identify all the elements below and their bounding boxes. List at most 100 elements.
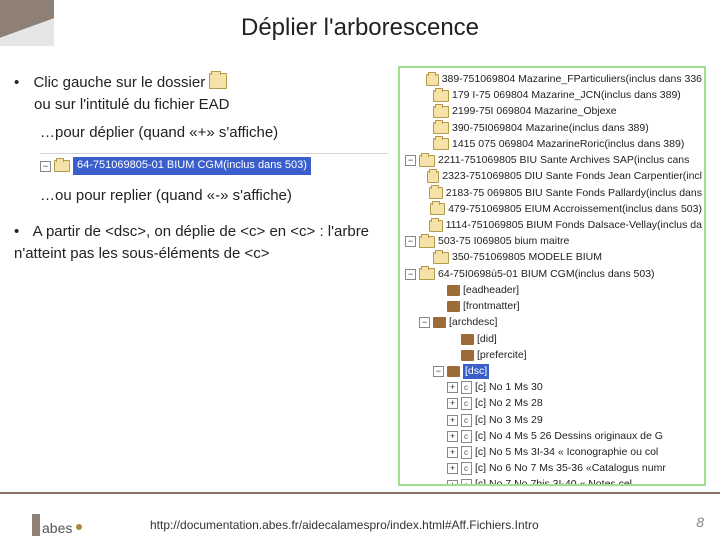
folder-icon (209, 73, 227, 89)
minus-icon[interactable]: − (419, 317, 430, 328)
bullet-1: Clic gauche sur le dossier ou sur l'inti… (14, 72, 388, 116)
tree-label: [did] (477, 332, 497, 347)
tree-row[interactable]: + [c] No 1 Ms 30 (402, 380, 702, 395)
tree-row[interactable]: + [c] No 7 No 7bis 3I-40 « Notes cel (402, 477, 702, 486)
document-icon (461, 430, 472, 443)
tree-label: 2323-751069805 DIU Sante Fonds Jean Carp… (442, 169, 702, 184)
tree-label: 479-751069805 EIUM Accroissement(inclus … (448, 202, 702, 217)
tree-row[interactable]: + [c] No 3 Ms 29 (402, 413, 702, 428)
plus-icon[interactable]: + (447, 398, 458, 409)
tree-row[interactable]: − 2211-751069805 BIU Sante Archives SAP(i… (402, 153, 702, 168)
folder-icon (54, 160, 70, 172)
tree-row[interactable]: 479-751069805 EIUM Accroissement(inclus … (402, 202, 702, 217)
footer-logo-text: abes (42, 520, 72, 536)
plus-icon[interactable]: + (447, 382, 458, 393)
page-number: 8 (696, 514, 704, 530)
tree-row[interactable]: 389-751069804 Mazarine_FParticuliers(inc… (402, 72, 702, 87)
tree-row[interactable]: + [c] No 2 Ms 28 (402, 396, 702, 411)
folder-icon (419, 155, 435, 167)
tree-label: [c] No 1 Ms 30 (475, 380, 543, 395)
minus-icon[interactable]: − (433, 366, 444, 377)
tree-row[interactable]: 179 I-75 069804 Mazarine_JCN(inclus dans… (402, 88, 702, 103)
tree-label: [archdesc] (449, 315, 497, 330)
folder-icon (433, 106, 449, 118)
tree-label: 390-75I069804 Mazarine(inclus dans 389) (452, 121, 649, 136)
book-icon (447, 285, 460, 296)
tree-label: [c] No 6 No 7 Ms 35-36 «Catalogus numr (475, 461, 666, 476)
plus-icon[interactable]: + (447, 447, 458, 458)
folder-icon (433, 90, 449, 102)
corner-logo (0, 0, 54, 46)
tree-label: 1415 075 069804 MazarineRoric(inclus dan… (452, 137, 684, 152)
tree-row[interactable]: [did] (402, 332, 702, 347)
folder-icon (419, 268, 435, 280)
tree-row[interactable]: 350-751069805 MODELE BIUM (402, 250, 702, 265)
bullet-1-line-b: ou sur l'intitulé du fichier EAD (34, 96, 229, 113)
tree-row[interactable]: 2323-751069805 DIU Sante Fonds Jean Carp… (402, 169, 702, 184)
slide-title: Déplier l'arborescence (14, 14, 706, 42)
tree-row[interactable]: [eadheader] (402, 283, 702, 298)
book-icon (433, 317, 446, 328)
plus-icon[interactable]: + (447, 463, 458, 474)
tree-label: 2211-751069805 BIU Sante Archives SAP(in… (438, 153, 689, 168)
tree-row[interactable]: 2183-75 069805 BIU Sante Fonds Pallardy(… (402, 186, 702, 201)
tree-label: [c] No 2 Ms 28 (475, 396, 543, 411)
book-icon (447, 366, 460, 377)
tree-row[interactable]: − [archdesc] (402, 315, 702, 330)
minus-icon[interactable]: − (405, 236, 416, 247)
book-icon (461, 350, 474, 361)
minus-icon[interactable]: − (405, 269, 416, 280)
document-icon (461, 479, 472, 486)
left-column: Clic gauche sur le dossier ou sur l'inti… (14, 66, 388, 486)
tree-label: [frontmatter] (463, 299, 520, 314)
document-icon (461, 397, 472, 410)
tree-label: 64-75I0698ù5-01 BIUM CGM(inclus dans 503… (438, 267, 655, 282)
bullet-1-line-a: Clic gauche sur le dossier (33, 74, 205, 91)
tree-label: 350-751069805 MODELE BIUM (452, 250, 602, 265)
folder-icon (433, 138, 449, 150)
folder-icon (429, 220, 443, 232)
document-icon (461, 414, 472, 427)
tree-row[interactable]: − 64-75I0698ù5-01 BIUM CGM(inclus dans 50… (402, 267, 702, 282)
document-icon (461, 462, 472, 475)
tree-label: 2199-75I 069804 Mazarine_Objexe (452, 104, 617, 119)
folder-icon (430, 203, 445, 215)
sub-1: …pour déplier (quand «+» s'affiche) (40, 122, 388, 144)
tree-label: [c] No 3 Ms 29 (475, 413, 543, 428)
tree-row[interactable]: + [c] No 5 Ms 3I-34 « Iconographie ou col (402, 445, 702, 460)
tree-row[interactable]: −[dsc] (402, 364, 702, 379)
minus-icon[interactable]: − (405, 155, 416, 166)
tree-label: [c] No 4 Ms 5 26 Dessins originaux de G (475, 429, 663, 444)
tree-label: [c] No 5 Ms 3I-34 « Iconographie ou col (475, 445, 658, 460)
plus-icon[interactable]: + (447, 431, 458, 442)
folder-icon (429, 187, 443, 199)
tree-row[interactable]: 1114-751069805 BIUM Fonds Dalsace-Vellay… (402, 218, 702, 233)
tree-row[interactable]: −503-75 I069805 bium maitre (402, 234, 702, 249)
plus-icon[interactable]: + (447, 415, 458, 426)
sub-2: …ou pour replier (quand «-» s'affiche) (40, 185, 388, 207)
bullet-2-text: A partir de <dsc>, on déplie de <c> en <… (14, 223, 369, 262)
folder-icon (426, 74, 438, 86)
footer: abes http://documentation.abes.fr/aideca… (0, 492, 720, 540)
bullet-2: A partir de <dsc>, on déplie de <c> en <… (14, 221, 388, 265)
document-icon (461, 381, 472, 394)
tree-row[interactable]: + [c] No 4 Ms 5 26 Dessins originaux de G (402, 429, 702, 444)
footer-logo: abes (32, 514, 84, 536)
folder-icon (433, 122, 449, 134)
tree-label: 1114-751069805 BIUM Fonds Dalsace-Vellay… (446, 218, 702, 233)
tree-label: 179 I-75 069804 Mazarine_JCN(inclus dans… (452, 88, 681, 103)
tree-label: 2183-75 069805 BIU Sante Fonds Pallardy(… (446, 186, 702, 201)
footer-url: http://documentation.abes.fr/aidecalames… (150, 518, 539, 532)
plus-icon[interactable]: + (447, 480, 458, 486)
tree-label: [c] No 7 No 7bis 3I-40 « Notes cel (475, 477, 632, 486)
expand-example-row: − 64-751069805-01 BIUM CGM(inclus dans 5… (40, 153, 388, 175)
tree-label: [prefercite] (477, 348, 527, 363)
tree-row[interactable]: [frontmatter] (402, 299, 702, 314)
folder-icon (427, 171, 440, 183)
tree-label: 389-751069804 Mazarine_FParticuliers(inc… (442, 72, 702, 87)
tree-row[interactable]: 1415 075 069804 MazarineRoric(inclus dan… (402, 137, 702, 152)
tree-row[interactable]: [prefercite] (402, 348, 702, 363)
tree-row[interactable]: + [c] No 6 No 7 Ms 35-36 «Catalogus numr (402, 461, 702, 476)
tree-row[interactable]: 2199-75I 069804 Mazarine_Objexe (402, 104, 702, 119)
tree-row[interactable]: 390-75I069804 Mazarine(inclus dans 389) (402, 121, 702, 136)
